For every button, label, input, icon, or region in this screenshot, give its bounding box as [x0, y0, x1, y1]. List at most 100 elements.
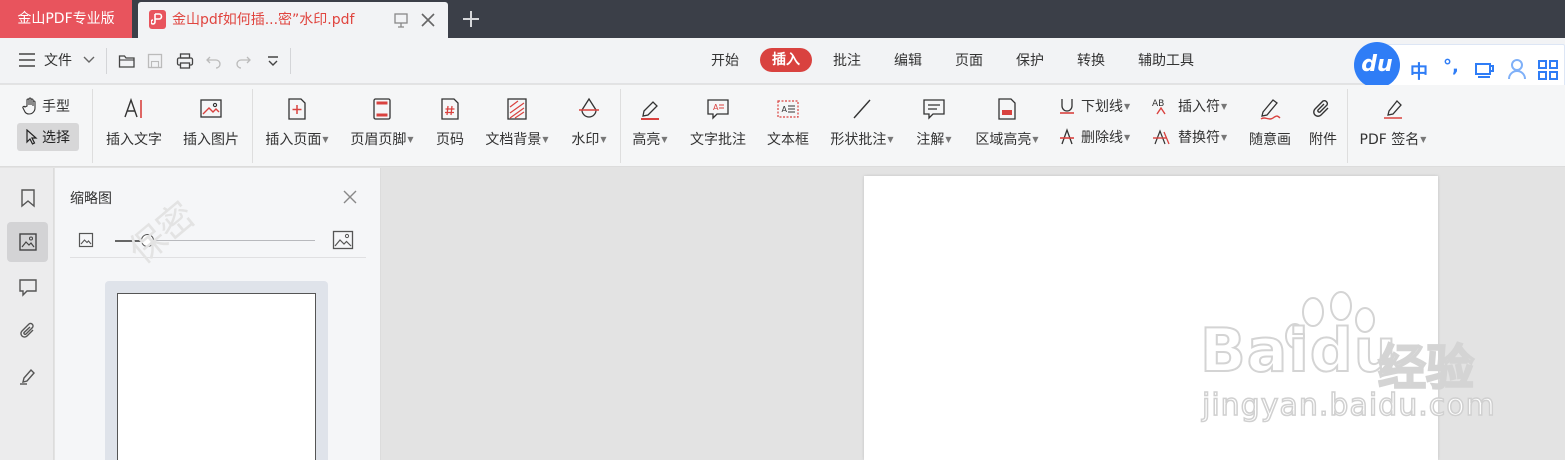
undo-icon[interactable] [205, 52, 223, 70]
divider [620, 89, 621, 163]
divider [92, 89, 93, 163]
open-folder-icon[interactable] [118, 52, 136, 70]
svg-text:A: A [713, 103, 719, 112]
shape-comment-button[interactable]: 形状批注▼ [824, 93, 900, 159]
customize-toolbar-icon[interactable] [264, 52, 282, 70]
annotation-button[interactable]: 注解▼ [910, 93, 958, 159]
watermark-icon [579, 97, 599, 118]
print-icon[interactable] [176, 52, 194, 70]
watermark-url: jingyan.baidu.com [1201, 387, 1496, 424]
pdf-sign-button[interactable]: PDF 签名▼ [1355, 93, 1431, 159]
text-comment-button[interactable]: A 文字批注 [684, 93, 752, 159]
header-footer-button[interactable]: 页眉页脚▼ [344, 93, 420, 159]
watermark-button[interactable]: 水印▼ [565, 93, 613, 159]
tab-protect[interactable]: 保护 [1016, 38, 1044, 84]
freehand-label: 随意画 [1249, 132, 1291, 148]
bookmark-icon [20, 189, 35, 208]
signatures-button[interactable] [7, 356, 48, 396]
ime-skin-icon[interactable] [1474, 60, 1496, 80]
signature-pen-icon [1384, 100, 1402, 119]
cursor-arrow-icon [26, 129, 38, 145]
divider [70, 257, 366, 258]
select-tool-button[interactable]: 选择 [17, 123, 79, 151]
insert-text-label: 插入文字 [106, 132, 162, 148]
replace-mark-button[interactable]: 替换符▼ [1152, 126, 1227, 148]
insert-image-label: 插入图片 [183, 132, 239, 148]
freehand-button[interactable]: 随意画 [1244, 93, 1296, 159]
app-name-tab[interactable]: 金山PDF专业版 [0, 0, 132, 38]
tab-edit[interactable]: 编辑 [894, 38, 922, 84]
tab-page[interactable]: 页面 [955, 38, 983, 84]
insert-mark-label: 插入符▼ [1178, 99, 1228, 115]
signature-pen-icon [19, 368, 35, 385]
insert-text-icon [124, 97, 142, 118]
close-tab-icon[interactable] [419, 11, 437, 29]
panel-title: 缩略图 [70, 191, 112, 207]
divider [106, 48, 107, 74]
watermark-brand: Baidu [1199, 315, 1398, 387]
pdf-sign-label: PDF 签名▼ [1359, 132, 1427, 148]
highlight-button[interactable]: 高亮▼ [626, 93, 674, 159]
area-highlight-label: 区域高亮▼ [975, 132, 1039, 148]
underline-label: 下划线▼ [1081, 99, 1131, 115]
hand-tool-button[interactable]: 手型 [22, 95, 70, 117]
document-background-button[interactable]: 文档背景▼ [479, 93, 555, 159]
tab-insert[interactable]: 插入 [760, 48, 812, 72]
thumbnails-button[interactable] [7, 222, 48, 262]
text-box-button[interactable]: A 文本框 [762, 93, 814, 159]
page-thumbnail[interactable] [117, 293, 316, 460]
strikethrough-icon [1060, 128, 1074, 145]
area-highlight-button[interactable]: 区域高亮▼ [969, 93, 1045, 159]
side-rail [0, 168, 54, 460]
ime-punctuation-toggle[interactable]: °, [1443, 56, 1459, 77]
line-shape-icon [853, 99, 871, 119]
ime-grid-icon[interactable] [1538, 60, 1558, 80]
divider [1347, 89, 1348, 163]
ime-language-toggle[interactable]: 中 [1410, 58, 1428, 84]
svg-text:AB: AB [1152, 99, 1164, 109]
header-footer-label: 页眉页脚▼ [350, 132, 414, 148]
paperclip-icon [1313, 100, 1329, 117]
hand-icon [22, 97, 36, 115]
thumbnail-image-icon [18, 233, 37, 251]
document-tab[interactable]: 金山pdf如何插...密”水印.pdf [138, 2, 448, 38]
comments-button[interactable] [7, 267, 48, 307]
tab-tools[interactable]: 辅助工具 [1138, 38, 1194, 84]
pin-tab-icon[interactable] [393, 12, 409, 28]
insert-mark-button[interactable]: AB 插入符▼ [1152, 95, 1227, 117]
attachment-label: 附件 [1309, 132, 1337, 148]
hamburger-menu-icon[interactable] [18, 52, 36, 68]
zoom-out-image-icon[interactable] [78, 232, 94, 248]
attachments-button[interactable] [7, 311, 48, 351]
insert-page-label: 插入页面▼ [265, 132, 329, 148]
page-number-button[interactable]: 页码 [430, 93, 470, 159]
baidu-ime-logo[interactable]: du [1354, 42, 1400, 88]
bookmarks-button[interactable] [7, 178, 48, 218]
watermark-label: 水印▼ [571, 132, 607, 148]
attachment-button[interactable]: 附件 [1303, 93, 1343, 159]
document-background-label: 文档背景▼ [485, 132, 549, 148]
close-panel-icon[interactable] [343, 190, 357, 204]
insert-page-button[interactable]: 插入页面▼ [259, 93, 335, 159]
highlight-label: 高亮▼ [632, 132, 668, 148]
document-tab-title: 金山pdf如何插...密”水印.pdf [172, 12, 355, 28]
tab-start[interactable]: 开始 [711, 38, 739, 84]
redo-icon[interactable] [234, 52, 252, 70]
title-bar: 金山PDF专业版 金山pdf如何插...密”水印.pdf [0, 0, 1565, 38]
save-icon[interactable] [146, 52, 164, 70]
replace-mark-label: 替换符▼ [1178, 130, 1228, 146]
insert-image-button[interactable]: 插入图片 [177, 93, 245, 159]
new-tab-plus-icon[interactable] [460, 8, 482, 30]
zoom-in-image-icon[interactable] [332, 230, 354, 250]
insert-text-button[interactable]: 插入文字 [100, 93, 168, 159]
text-box-label: 文本框 [767, 132, 809, 148]
insert-ribbon: 手型 选择 插入文字 插入图片 插入页面▼ 页眉页脚▼ 页码 文档背景▼ 水印▼… [0, 85, 1565, 167]
file-menu[interactable]: 文件 [44, 38, 72, 84]
strikethrough-button[interactable]: 删除线▼ [1059, 126, 1130, 148]
underline-button[interactable]: 下划线▼ [1059, 95, 1130, 117]
header-footer-icon [373, 98, 391, 120]
chevron-down-icon[interactable] [82, 55, 96, 65]
tab-convert[interactable]: 转换 [1077, 38, 1105, 84]
ime-user-icon[interactable] [1507, 58, 1527, 80]
tab-comment[interactable]: 批注 [833, 38, 861, 84]
